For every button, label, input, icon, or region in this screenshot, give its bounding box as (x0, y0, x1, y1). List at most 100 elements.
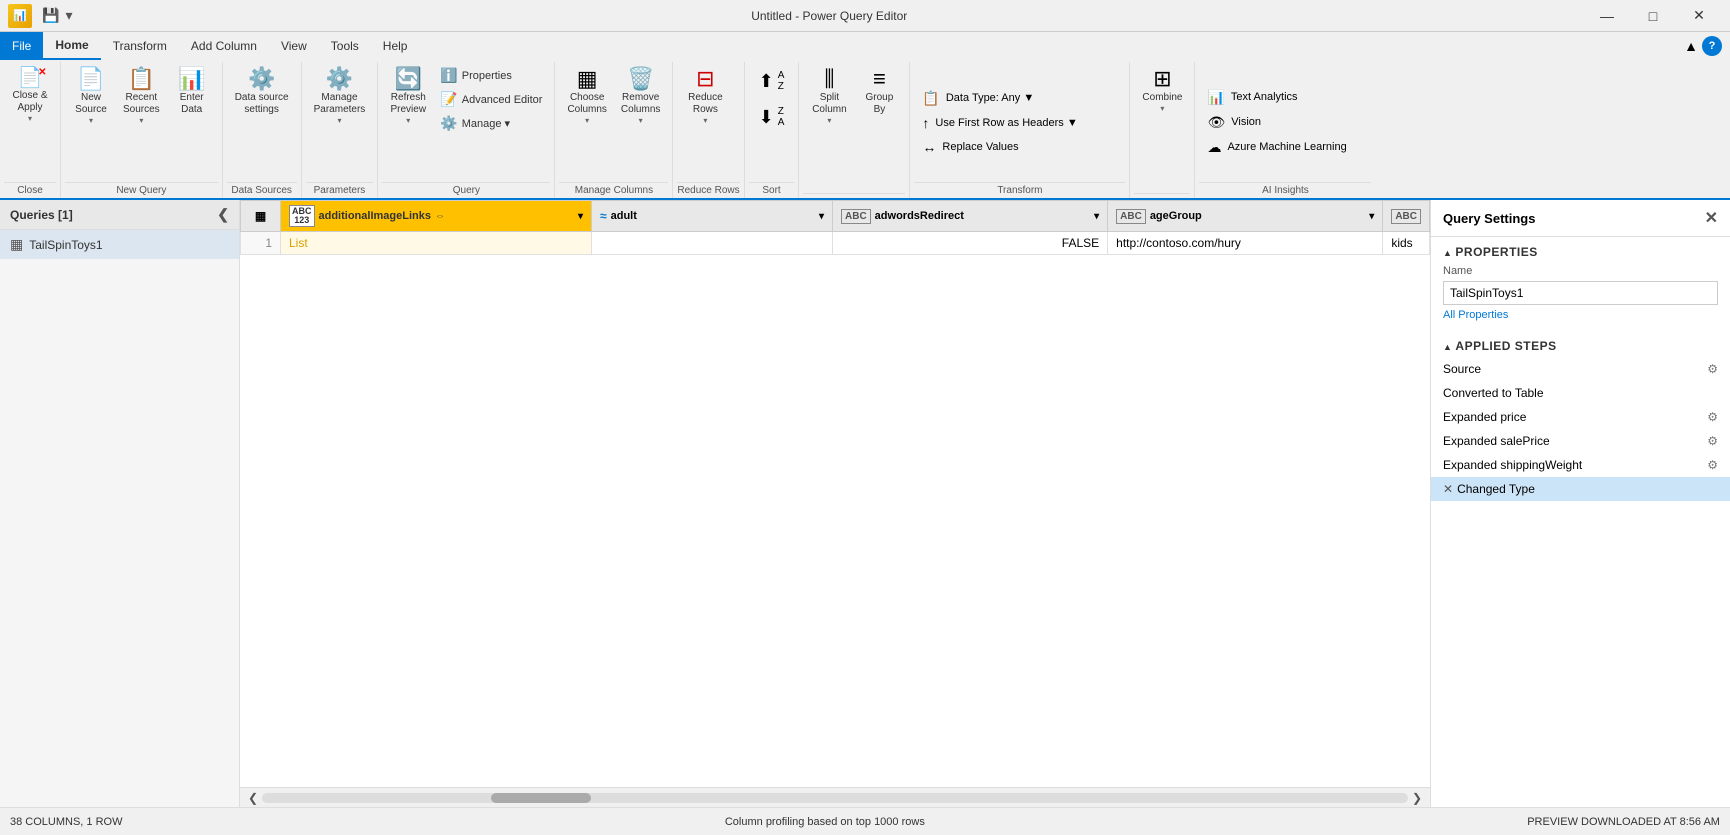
horizontal-scrollbar[interactable]: ❮ ❯ (240, 787, 1430, 807)
dropdown-arrow[interactable]: ▾ (63, 5, 74, 26)
queries-collapse-button[interactable]: ❮ (217, 206, 229, 223)
enter-data-button[interactable]: 📊 EnterData (168, 64, 216, 120)
menu-item-tools[interactable]: Tools (319, 32, 371, 60)
close-window-button[interactable]: ✕ (1676, 0, 1722, 32)
split-column-icon: ⫼ (824, 68, 834, 90)
col-dropdown-adult[interactable]: ▾ (819, 211, 824, 222)
group-by-button[interactable]: ≡ GroupBy (855, 64, 903, 120)
refresh-preview-label: RefreshPreview (391, 92, 427, 116)
combine-button[interactable]: ⊞ Combine ▾ (1136, 64, 1188, 117)
menu-item-file[interactable]: File (0, 32, 43, 60)
data-grid[interactable]: ▦ ABC123 additionalImageLinks ⇔ ▾ (240, 200, 1430, 787)
step-source-gear[interactable]: ⚙ (1707, 362, 1718, 376)
manage-icon: ⚙️ (440, 115, 457, 132)
window-controls: — □ ✕ (1584, 0, 1722, 32)
parameters-group-label: Parameters (306, 182, 374, 198)
col-dropdown-adwords[interactable]: ▾ (1094, 211, 1099, 222)
data-type-button[interactable]: 📋 Data Type: Any ▼ (916, 87, 1040, 110)
menu-item-help[interactable]: Help (371, 32, 420, 60)
scroll-right-button[interactable]: ❯ (1408, 791, 1426, 805)
step-changed-type-delete-button[interactable]: ✕ (1443, 482, 1453, 496)
reduce-rows-button[interactable]: ⊟ ReduceRows ▾ (679, 64, 731, 129)
use-first-row-button[interactable]: ↑ Use First Row as Headers ▼ (916, 112, 1083, 134)
remove-columns-button[interactable]: 🗑️ RemoveColumns ▾ (615, 64, 666, 129)
col-header-adult[interactable]: ≈ adult ▾ (592, 201, 833, 232)
col-header-additional-image-links[interactable]: ABC123 additionalImageLinks ⇔ ▾ (281, 201, 592, 232)
new-source-button[interactable]: 📄 NewSource ▾ (67, 64, 115, 129)
query-item-tailspintoys1[interactable]: ▦ TailSpinToys1 (0, 230, 239, 259)
menu-item-home[interactable]: Home (43, 32, 100, 60)
row-number-1: 1 (241, 232, 281, 255)
step-converted-to-table[interactable]: Converted to Table (1431, 381, 1730, 405)
close-apply-button[interactable]: 📄 ✕ Close &Apply ▾ (6, 64, 54, 127)
scrollbar-thumb[interactable] (491, 793, 591, 803)
close-group-label: Close (4, 182, 56, 198)
sort-desc-icon: ⬇ (759, 107, 774, 128)
col-header-adwords-redirect[interactable]: ABC adwordsRedirect ▾ (833, 201, 1108, 232)
scrollbar-track[interactable] (262, 793, 1408, 803)
vision-label: Vision (1231, 116, 1261, 128)
all-properties-link[interactable]: All Properties (1431, 307, 1730, 323)
cell-additional-image-links-1[interactable]: List (281, 232, 592, 255)
manage-parameters-button[interactable]: ⚙️ ManageParameters ▾ (308, 64, 372, 129)
manage-button[interactable]: ⚙️ Manage ▾ (434, 112, 548, 135)
maximize-button[interactable]: □ (1630, 0, 1676, 32)
properties-button[interactable]: ℹ️ Properties (434, 64, 548, 87)
step-expanded-shipping-weight-gear[interactable]: ⚙ (1707, 458, 1718, 472)
enter-data-icon: 📊 (178, 68, 205, 90)
vision-button[interactable]: 👁 Vision (1201, 111, 1267, 134)
ai-insights-group-label: AI Insights (1199, 182, 1371, 198)
minimize-button[interactable]: — (1584, 0, 1630, 32)
step-expanded-shipping-weight[interactable]: Expanded shippingWeight ⚙ (1431, 453, 1730, 477)
col-dropdown-additional[interactable]: ▾ (578, 211, 583, 222)
col-name-adwords: adwordsRedirect (875, 210, 964, 222)
properties-icon: ℹ️ (440, 67, 457, 84)
query-name-input[interactable] (1443, 281, 1718, 305)
help-icon[interactable]: ? (1702, 36, 1722, 56)
col-name-adult: adult (611, 210, 637, 222)
ribbon-group-combine: ⊞ Combine ▾ (1130, 62, 1195, 198)
status-column-profiling: Column profiling based on top 1000 rows (725, 816, 925, 828)
query-settings-close-button[interactable]: ✕ (1705, 208, 1718, 228)
step-expanded-sale-price-gear[interactable]: ⚙ (1707, 434, 1718, 448)
recent-sources-button[interactable]: 📋 RecentSources ▾ (117, 64, 166, 129)
split-column-arrow: ▾ (827, 116, 831, 125)
text-analytics-label: Text Analytics (1231, 91, 1298, 103)
split-group-label (803, 193, 905, 198)
sort-ascending-button[interactable]: ⬆ AZ (751, 64, 793, 98)
menu-item-transform[interactable]: Transform (101, 32, 179, 60)
azure-ml-button[interactable]: ☁ Azure Machine Learning (1201, 136, 1352, 159)
reduce-rows-arrow: ▾ (703, 116, 707, 125)
sort-group-label: Sort (749, 182, 795, 198)
resize-handle-additional[interactable]: ⇔ (435, 211, 445, 222)
manage-parameters-icon: ⚙️ (326, 68, 353, 90)
data-source-settings-button[interactable]: ⚙️ Data sourcesettings (229, 64, 295, 120)
data-source-settings-label: Data sourcesettings (235, 92, 289, 116)
cell-adwords-redirect-url-1: http://contoso.com/hury (1108, 232, 1383, 255)
replace-values-button[interactable]: ↔ Replace Values (916, 136, 1024, 158)
sort-descending-button[interactable]: ⬇ ZA (751, 100, 793, 134)
col-dropdown-age[interactable]: ▾ (1369, 211, 1374, 222)
data-source-settings-icon: ⚙️ (248, 68, 275, 90)
menu-item-add-column[interactable]: Add Column (179, 32, 269, 60)
step-source[interactable]: Source ⚙ (1431, 357, 1730, 381)
choose-columns-button[interactable]: ▦ ChooseColumns ▾ (561, 64, 612, 129)
col-header-age-group[interactable]: ABC ageGroup ▾ (1108, 201, 1383, 232)
refresh-preview-button[interactable]: 🔄 RefreshPreview ▾ (384, 64, 432, 129)
ribbon-group-transform: 📋 Data Type: Any ▼ ↑ Use First Row as He… (910, 62, 1130, 198)
step-expanded-price[interactable]: Expanded price ⚙ (1431, 405, 1730, 429)
col-header-more[interactable]: ABC (1383, 201, 1430, 232)
menu-item-view[interactable]: View (269, 32, 319, 60)
scroll-left-button[interactable]: ❮ (244, 791, 262, 805)
advanced-editor-button[interactable]: 📝 Advanced Editor (434, 88, 548, 111)
replace-values-label: Replace Values (942, 141, 1018, 153)
ribbon-group-parameters: ⚙️ ManageParameters ▾ Parameters (302, 62, 379, 198)
text-analytics-button[interactable]: 📊 Text Analytics (1201, 86, 1303, 109)
save-icon[interactable]: 💾 (40, 5, 61, 26)
choose-columns-icon: ▦ (577, 68, 598, 90)
step-expanded-sale-price[interactable]: Expanded salePrice ⚙ (1431, 429, 1730, 453)
step-changed-type[interactable]: ✕ Changed Type (1431, 477, 1730, 501)
split-column-button[interactable]: ⫼ SplitColumn ▾ (805, 64, 853, 129)
step-expanded-price-gear[interactable]: ⚙ (1707, 410, 1718, 424)
ribbon-collapse-icon[interactable]: ▲ (1684, 38, 1698, 54)
